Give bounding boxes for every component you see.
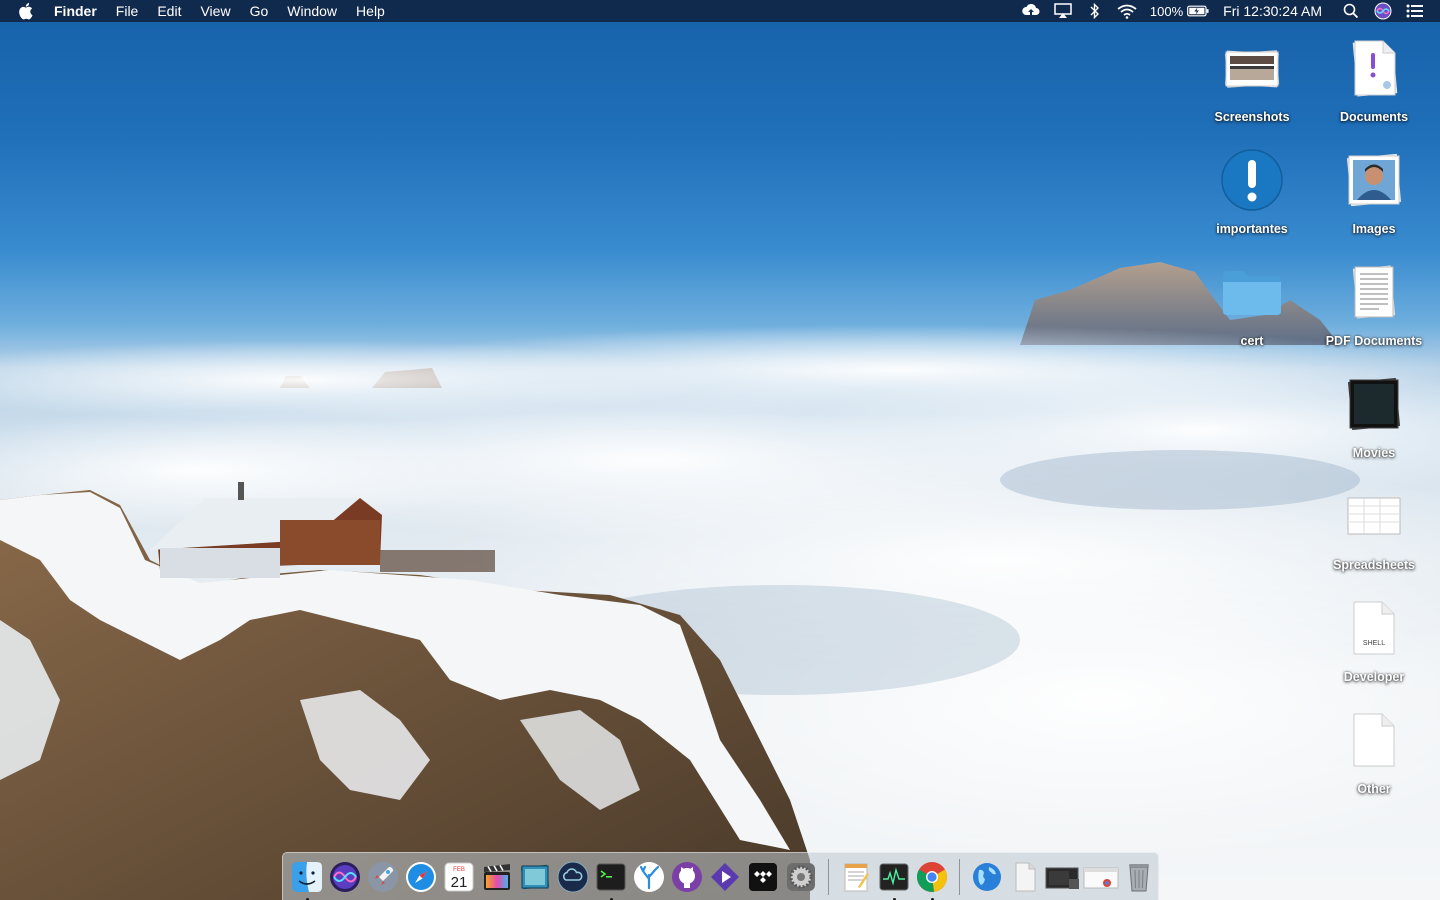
desktop-item-label: Images — [1352, 222, 1396, 236]
wifi-icon[interactable] — [1116, 2, 1138, 20]
desktop-item-label: cert — [1240, 334, 1264, 348]
siri-icon — [330, 861, 360, 892]
dock-trash[interactable] — [1120, 858, 1158, 896]
calendar-month: FEB — [453, 867, 465, 873]
dock-launchpad[interactable] — [364, 858, 402, 896]
desktop-item-spreadsheets[interactable]: Spreadsheets — [1318, 482, 1430, 590]
desktop-item-label: Spreadsheets — [1333, 558, 1415, 572]
clapperboard-icon — [484, 863, 510, 890]
desktop-item-cert[interactable]: cert — [1196, 258, 1308, 366]
spreadsheets-stack-icon — [1340, 482, 1408, 550]
desktop-item-pdf-documents[interactable]: PDF Documents — [1318, 258, 1430, 366]
desktop-item-images[interactable]: Images — [1318, 146, 1430, 254]
siri-icon[interactable] — [1372, 2, 1394, 20]
menu-file[interactable]: File — [116, 0, 139, 22]
dock: FEB 21 — [282, 852, 1159, 900]
tidal-icon — [749, 862, 777, 891]
diamond-play-icon — [711, 862, 739, 891]
dock-separator — [828, 858, 829, 895]
dock-calendar[interactable]: FEB 21 — [440, 858, 478, 896]
notification-center-icon[interactable] — [1404, 2, 1426, 20]
github-octocat-icon — [672, 861, 702, 892]
blank-document-icon — [1340, 706, 1408, 774]
finder-icon — [292, 861, 322, 892]
exclamation-icon — [1218, 146, 1286, 214]
desktop-item-developer[interactable]: SHELL Developer — [1318, 594, 1430, 702]
battery-icon[interactable] — [1187, 2, 1209, 20]
dock-sourcetree[interactable] — [630, 858, 668, 896]
bluetooth-icon[interactable] — [1084, 2, 1106, 20]
document-icon — [1015, 862, 1036, 891]
dock-chrome[interactable] — [913, 858, 951, 900]
menu-view[interactable]: View — [200, 0, 230, 22]
screenshot-thumbnail-icon — [1045, 867, 1079, 889]
apple-menu-icon[interactable] — [18, 2, 36, 20]
airplay-icon[interactable] — [1052, 2, 1074, 20]
dock-terminal[interactable] — [592, 858, 630, 900]
menu-clock[interactable]: Fri 12:30:24 AM — [1223, 3, 1322, 19]
pdf-stack-icon — [1340, 258, 1408, 326]
menu-bar: Finder File Edit View Go Window Help 100… — [0, 0, 1440, 22]
dock-textedit[interactable] — [837, 858, 875, 896]
browser-window-icon — [1083, 867, 1119, 888]
dock-globe-folder[interactable] — [968, 858, 1006, 896]
menu-help[interactable]: Help — [356, 0, 385, 22]
menu-window[interactable]: Window — [287, 0, 337, 22]
dock-tidal[interactable] — [744, 858, 782, 896]
notepad-pencil-icon — [844, 863, 869, 891]
desktop-item-documents[interactable]: Documents — [1318, 34, 1430, 142]
spotlight-search-icon[interactable] — [1340, 2, 1362, 20]
dock-activity-monitor[interactable] — [875, 858, 913, 900]
terminal-icon — [596, 863, 626, 890]
globe-icon — [973, 862, 1001, 891]
menu-app-name[interactable]: Finder — [54, 0, 97, 22]
dock-preview[interactable] — [516, 858, 554, 896]
trash-icon — [1129, 863, 1149, 891]
chrome-icon — [917, 861, 947, 892]
desktop-item-label: Developer — [1343, 670, 1405, 684]
desktop-item-label: importantes — [1216, 222, 1288, 236]
images-stack-icon — [1340, 146, 1408, 214]
compass-icon — [406, 861, 436, 892]
dock-system-preferences[interactable] — [782, 858, 820, 896]
dock-finder[interactable] — [288, 858, 326, 900]
documents-stack-icon — [1340, 34, 1408, 102]
battery-percentage: 100% — [1149, 3, 1184, 19]
dock-affinity[interactable] — [706, 858, 744, 896]
dock-screenshot-stack[interactable] — [1044, 858, 1082, 896]
desktop-item-importantes[interactable]: importantes — [1196, 146, 1308, 254]
desktop-item-label: Movies — [1352, 446, 1396, 460]
movies-stack-icon — [1340, 370, 1408, 438]
dock-screen-share[interactable] — [554, 858, 592, 896]
dock-separator — [959, 858, 960, 895]
folder-icon — [1218, 258, 1286, 326]
shell-label: SHELL — [1363, 640, 1385, 647]
calendar-day: 21 — [451, 874, 468, 891]
desktop-item-screenshots[interactable]: Screenshots — [1196, 34, 1308, 142]
desktop-item-label: Documents — [1339, 110, 1409, 124]
desktop-item-movies[interactable]: Movies — [1318, 370, 1430, 478]
desktop-item-label: Screenshots — [1214, 110, 1290, 124]
desktop-item-label: Other — [1357, 782, 1391, 796]
dock-siri[interactable] — [326, 858, 364, 896]
rocket-icon — [368, 861, 398, 892]
coral-tree-icon — [634, 861, 664, 892]
screenshots-stack-icon — [1218, 34, 1286, 102]
cloud-monitor-icon — [557, 861, 589, 892]
menu-go[interactable]: Go — [250, 0, 269, 22]
dock-safari[interactable] — [402, 858, 440, 896]
menu-edit[interactable]: Edit — [157, 0, 181, 22]
cloud-upload-icon[interactable] — [1020, 2, 1042, 20]
desktop-item-label: PDF Documents — [1325, 334, 1423, 348]
dock-github[interactable] — [668, 858, 706, 896]
dock-final-cut[interactable] — [478, 858, 516, 896]
dock-chrome-window-stack[interactable] — [1082, 858, 1120, 896]
gear-icon — [787, 862, 815, 891]
dock-document-stack[interactable] — [1006, 858, 1044, 896]
calendar-icon: FEB21 — [444, 862, 474, 891]
shell-script-icon: SHELL — [1340, 594, 1408, 662]
activity-monitor-icon — [879, 863, 909, 890]
desktop-item-other[interactable]: Other — [1318, 706, 1430, 814]
photo-frame-icon — [520, 864, 550, 889]
